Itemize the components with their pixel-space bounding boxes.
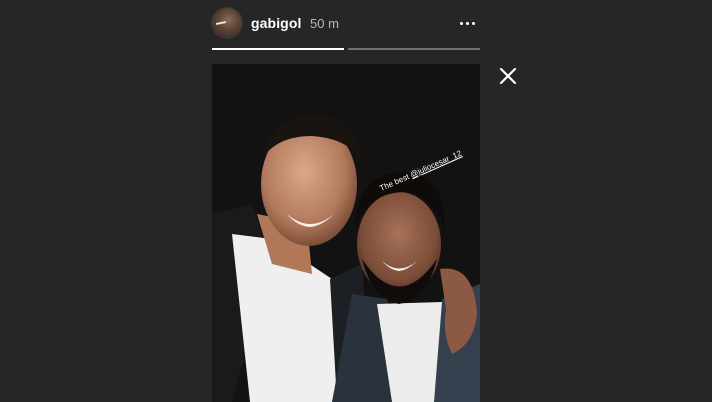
avatar[interactable] xyxy=(212,8,242,38)
close-icon[interactable] xyxy=(496,64,520,88)
progress-segment xyxy=(212,48,344,50)
progress-segment xyxy=(348,48,480,50)
username[interactable]: gabigol xyxy=(251,15,301,31)
post-time: 50 m xyxy=(310,16,339,31)
story-media[interactable]: The best @juliocesar_12 xyxy=(212,64,480,402)
story-header: gabigol 50 m xyxy=(212,8,480,38)
more-options-icon[interactable] xyxy=(458,14,476,32)
story-photo xyxy=(212,64,480,402)
story-progress-bar xyxy=(212,48,480,50)
